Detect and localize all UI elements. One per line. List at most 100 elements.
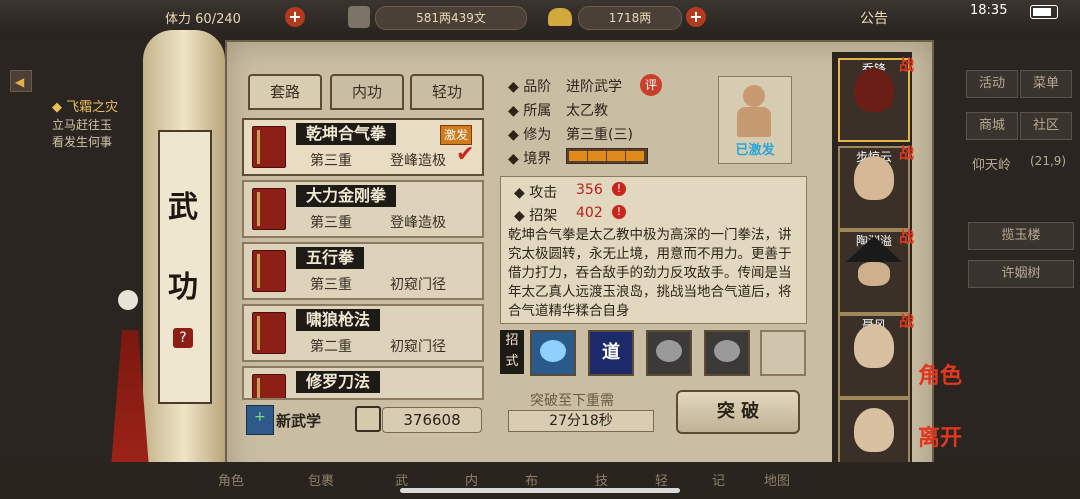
realm-bar-segment: [588, 151, 606, 161]
add-stamina-button[interactable]: +: [285, 7, 305, 27]
skill-points: 376608: [382, 407, 482, 433]
realm-bar-segment: [626, 151, 644, 161]
nie-feng-portrait: [854, 324, 894, 368]
activated-status: 已激发: [735, 143, 775, 158]
nav-light[interactable]: 轻: [655, 470, 668, 489]
quest-desc-line1: 立马赶往玉: [52, 118, 113, 132]
mall-button[interactable]: 商城: [966, 112, 1018, 140]
arm-strike-icon: [540, 340, 566, 362]
announcement-button[interactable]: 公告: [860, 8, 888, 28]
points-book-icon: [355, 406, 381, 432]
skill-portrait: 已激发: [718, 76, 792, 164]
whirlwind-icon: [714, 340, 740, 362]
character-slot-1[interactable]: 乔锋 战: [838, 56, 914, 142]
nav-record[interactable]: 记: [712, 470, 725, 489]
bottom-nav-bar: [0, 462, 1080, 499]
skill-level: 第三重: [310, 215, 352, 231]
home-indicator[interactable]: [400, 488, 680, 493]
tab-light[interactable]: 轻功: [410, 74, 484, 110]
scroll-char-1: 武: [168, 190, 198, 225]
skill-name: 啸狼枪法: [296, 309, 381, 331]
community-button[interactable]: 社区: [1020, 112, 1072, 140]
grade-badge[interactable]: 评: [640, 74, 662, 96]
cultivation-value: 第三重(三): [566, 127, 633, 143]
attack-label: ◆ 攻击: [514, 185, 558, 201]
dao-badge: 道: [602, 342, 620, 363]
move-slot-4[interactable]: [704, 330, 750, 376]
move-slot-empty[interactable]: [760, 330, 806, 376]
xuyin-tree-button[interactable]: 许姻树: [968, 260, 1074, 288]
nav-cloth[interactable]: 布: [525, 470, 538, 489]
skill-name: 五行拳: [296, 247, 365, 269]
skill-item-1[interactable]: 大力金刚拳 第三重 登峰造极: [242, 180, 484, 238]
character-slot-4[interactable]: 聂风 战: [838, 312, 914, 398]
skill-rank: 登峰造极: [390, 215, 446, 231]
quest-title[interactable]: ◆ 飞霜之灾: [52, 96, 118, 115]
parry-value: 402: [576, 205, 603, 221]
add-silver-button[interactable]: +: [686, 7, 706, 27]
nav-martial[interactable]: 武: [395, 470, 408, 489]
activity-button[interactable]: 活动: [966, 70, 1018, 98]
collapse-quest-button[interactable]: ◀: [10, 70, 32, 92]
cultivation-label: ◆ 修为: [508, 127, 552, 143]
attack-value: 356: [576, 182, 603, 198]
breakthrough-timer: 27分18秒: [508, 410, 654, 432]
tab-routine[interactable]: 套路: [248, 74, 322, 110]
new-skill-button[interactable]: 新武学: [276, 410, 321, 431]
monk-body: [737, 107, 771, 137]
move-slot-3[interactable]: [646, 330, 692, 376]
realm-bar: [566, 148, 648, 164]
stamina-display: 体力 60/240: [165, 8, 241, 27]
leave-button[interactable]: 离开: [918, 420, 962, 452]
skill-rank: 登峰造极: [390, 153, 446, 169]
scroll-char-2: 功: [168, 270, 198, 305]
attack-label-text: 攻击: [529, 185, 558, 201]
scroll-title-panel: 武 功 ?: [158, 130, 212, 404]
attack-info-icon[interactable]: !: [612, 182, 626, 196]
new-skill-book-icon: +: [246, 405, 274, 435]
silver-display: 1718两: [578, 6, 682, 30]
nav-inner[interactable]: 内: [465, 470, 478, 489]
stamina-value: 60/240: [195, 12, 241, 27]
skill-item-2[interactable]: 五行拳 第三重 初窥门径: [242, 242, 484, 300]
parry-info-icon[interactable]: !: [612, 205, 626, 219]
battle-tag: 战: [898, 56, 914, 74]
skill-item-0[interactable]: 乾坤合气拳 激发 第三重 登峰造极 ✔: [242, 118, 484, 176]
character-slot-2[interactable]: 步惊云 战: [838, 144, 914, 230]
role-button[interactable]: 角色: [918, 358, 962, 390]
character-slot-3[interactable]: 陶渊溢 战: [838, 228, 914, 314]
tao-yuan-yi-portrait: [858, 262, 890, 286]
skill-level: 第三重: [310, 153, 352, 169]
moves-label: 招式: [500, 330, 524, 374]
nav-map[interactable]: 地图: [764, 470, 790, 489]
skill-item-4[interactable]: 修罗刀法: [242, 366, 484, 400]
skill-name: 修罗刀法: [296, 371, 381, 393]
menu-button[interactable]: 菜单: [1020, 70, 1072, 98]
skill-level: 第二重: [310, 339, 352, 355]
copper-display: 581两439文: [375, 6, 527, 30]
skill-name: 乾坤合气拳: [296, 123, 397, 145]
skill-book-icon: [252, 126, 286, 168]
move-slot-1[interactable]: [530, 330, 576, 376]
skill-name: 大力金刚拳: [296, 185, 397, 207]
move-slot-2[interactable]: 道: [588, 330, 634, 376]
scroll-bead: [118, 290, 138, 310]
grade-value: 进阶武学: [566, 79, 622, 95]
nav-skill[interactable]: 技: [595, 470, 608, 489]
skill-item-3[interactable]: 啸狼枪法 第二重 初窥门径: [242, 304, 484, 362]
nav-bag[interactable]: 包裹: [308, 470, 334, 489]
realm-label-text: 境界: [523, 151, 552, 167]
tab-inner[interactable]: 内功: [330, 74, 404, 110]
realm-bar-segment: [569, 151, 587, 161]
skill-rank: 初窥门径: [390, 339, 446, 355]
breakthrough-button[interactable]: 突 破: [676, 390, 800, 434]
location-name: 仰天岭: [972, 158, 1012, 173]
battle-tag: 战: [898, 312, 914, 330]
top-bar: [0, 0, 1080, 34]
skill-rank: 初窥门径: [390, 277, 446, 293]
lanyu-tower-button[interactable]: 揽玉楼: [968, 222, 1074, 250]
help-button[interactable]: ?: [173, 328, 193, 348]
skill-level: 第三重: [310, 277, 352, 293]
nav-role[interactable]: 角色: [218, 470, 244, 489]
check-icon: ✔: [456, 142, 475, 167]
